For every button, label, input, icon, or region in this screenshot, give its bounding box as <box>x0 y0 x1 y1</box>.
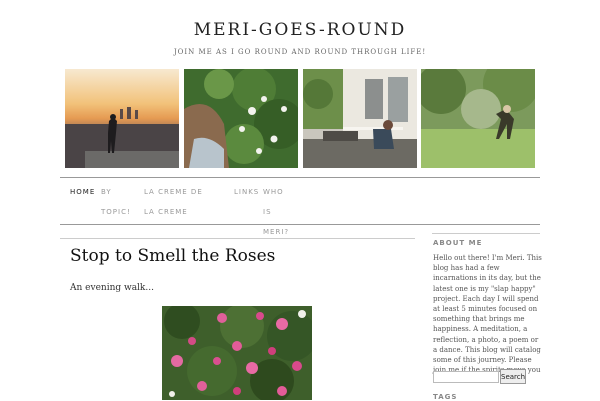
nav-divider-bottom <box>60 224 540 225</box>
girl-with-flowers-photo <box>184 69 298 168</box>
content-divider <box>60 238 415 239</box>
site-title[interactable]: MERI-GOES-ROUND <box>0 20 600 40</box>
header-banner <box>65 69 535 168</box>
roses-photo[interactable] <box>162 306 312 400</box>
search-input[interactable] <box>433 371 499 383</box>
search-button[interactable]: Search <box>500 369 526 384</box>
post-title[interactable]: Stop to Smell the Roses <box>70 246 275 266</box>
nav-who-is-meri[interactable]: WHO IS MERI? <box>263 182 295 242</box>
nav-la-creme[interactable]: LA CREME DE LA CREME <box>144 182 216 222</box>
sidebar-divider <box>432 233 540 234</box>
about-me-heading: ABOUT ME <box>433 239 483 247</box>
site-description: JOIN ME AS I GO ROUND AND ROUND THROUGH … <box>173 48 427 56</box>
garden-photo <box>421 69 535 168</box>
nav-by-topic[interactable]: BY TOPIC! <box>101 182 133 222</box>
post-excerpt: An evening walk... <box>70 283 154 293</box>
sunset-city-photo <box>65 69 179 168</box>
porch-photo <box>303 69 417 168</box>
nav-divider-top <box>60 177 540 178</box>
about-me-text: Hello out there! I'm Meri. This blog has… <box>433 254 542 384</box>
nav-links[interactable]: LINKS <box>234 182 259 202</box>
nav-home[interactable]: HOME <box>70 182 95 202</box>
